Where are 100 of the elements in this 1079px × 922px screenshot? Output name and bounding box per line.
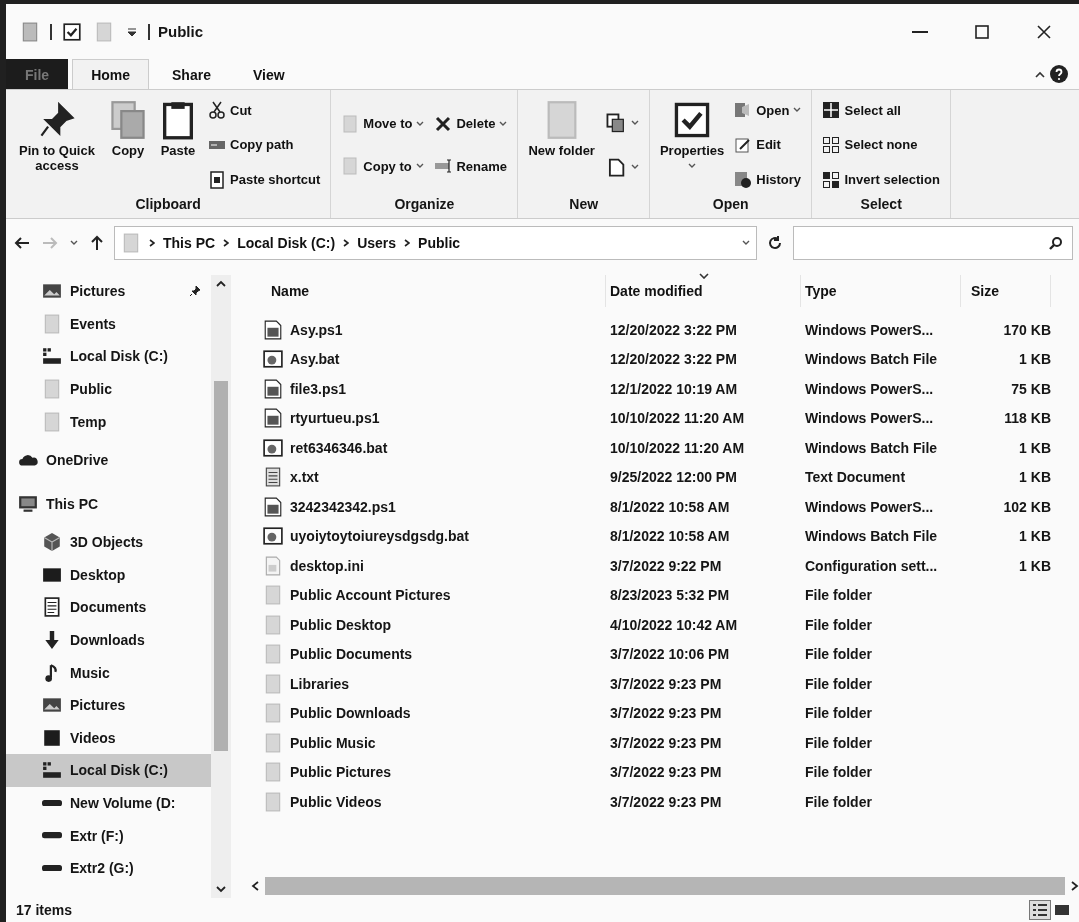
column-header[interactable]: Name: [251, 275, 606, 307]
file-name[interactable]: Public Downloads: [251, 703, 606, 724]
file-name[interactable]: ret6346346.bat: [251, 437, 606, 458]
window-title: Public: [158, 23, 203, 40]
file-name[interactable]: Libraries: [251, 673, 606, 694]
breadcrumb[interactable]: Users: [357, 235, 397, 251]
chevron-right-icon: [149, 239, 155, 247]
scrollbar-thumb[interactable]: [214, 381, 228, 751]
file-name[interactable]: Public Account Pictures: [251, 585, 606, 606]
sidebar-item[interactable]: Pictures: [6, 275, 211, 308]
batch-file-icon: [263, 526, 283, 547]
breadcrumb[interactable]: This PC: [163, 235, 216, 251]
date-cell-text: 3/7/2022 9:23 PM: [609, 705, 723, 722]
sidebar-item[interactable]: 3D Objects: [6, 525, 211, 559]
back-arrow-icon: [14, 236, 30, 250]
date-cell-text: 12/1/2022 10:19 AM: [609, 380, 739, 397]
sidebar-item[interactable]: This PC: [6, 481, 211, 526]
sidebar-item[interactable]: Music: [6, 656, 211, 689]
date-cell-text: 10/10/2022 11:20 AM: [609, 439, 746, 456]
file-name[interactable]: Asy.ps1: [251, 319, 606, 340]
chevron-right-icon: [223, 239, 230, 247]
vertical-scrollbar[interactable]: [211, 275, 231, 898]
group-label: Clipboard: [134, 196, 202, 214]
ribbon-button[interactable]: Move to: [339, 112, 427, 135]
text-file-icon: [263, 467, 283, 488]
document-icon: [42, 597, 62, 618]
ribbon-button[interactable]: Open: [732, 99, 804, 122]
type-cell-text: Text Document: [804, 469, 907, 486]
size-cell-text: 102 KB: [1002, 498, 1051, 515]
video-icon: [42, 727, 62, 748]
ribbon-button[interactable]: Copy: [106, 94, 150, 196]
ribbon-button[interactable]: Invert selection: [820, 168, 942, 191]
file-name[interactable]: Public Pictures: [251, 762, 606, 783]
sidebar-item[interactable]: Desktop: [6, 558, 211, 592]
date-cell-text: 3/7/2022 9:23 PM: [609, 675, 723, 692]
ribbon-button[interactable]: Select all: [820, 99, 942, 122]
ribbon-button[interactable]: Paste shortcut: [206, 168, 323, 191]
folder-icon: [263, 762, 283, 783]
group-label: Organize: [393, 196, 456, 214]
search-field[interactable]: [793, 226, 1073, 260]
ribbon-button[interactable]: Rename: [432, 155, 510, 178]
sidebar-item[interactable]: Temp: [6, 405, 211, 438]
ribbon-tab[interactable]: Home: [72, 59, 150, 89]
file-name[interactable]: 3242342342.ps1: [251, 496, 606, 517]
drive-icon: [42, 346, 62, 367]
folder-icon: [263, 673, 283, 694]
ribbon-button[interactable]: Delete: [432, 112, 510, 135]
ribbon-button[interactable]: History: [732, 168, 804, 191]
file-name[interactable]: Asy.bat: [251, 349, 606, 370]
sidebar-item[interactable]: Downloads: [6, 623, 211, 657]
sidebar-item[interactable]: Pictures: [6, 688, 211, 722]
ribbon-button[interactable]: Edit: [732, 134, 804, 156]
ribbon-button[interactable]: Properties: [657, 94, 727, 196]
column-header[interactable]: Date modified: [606, 275, 801, 307]
ribbon-tab[interactable]: File: [6, 59, 69, 89]
date-cell-text: 12/20/2022 3:22 PM: [609, 321, 738, 338]
file-name[interactable]: Public Music: [251, 732, 606, 753]
ribbon-button[interactable]: Copy to: [339, 155, 427, 178]
sidebar-item[interactable]: Extr (F:): [6, 819, 211, 852]
search-icon: [1049, 236, 1063, 250]
size-cell-text: 1 KB: [1018, 469, 1051, 486]
type-cell-text: Windows PowerS...: [804, 410, 935, 427]
sidebar-item[interactable]: New Volume (D:: [6, 786, 211, 820]
date-cell-text: 8/23/2023 5:32 PM: [609, 587, 731, 604]
shortcut-icon: [208, 170, 226, 189]
ribbon-button[interactable]: Select none: [820, 134, 942, 156]
file-name[interactable]: uyoiytoytoiureysdgsdg.bat: [251, 526, 606, 547]
breadcrumb[interactable]: Public: [418, 235, 461, 251]
ribbon-button[interactable]: Copy path: [206, 134, 323, 156]
sidebar-item[interactable]: Videos: [6, 721, 211, 755]
file-name[interactable]: Public Videos: [251, 791, 606, 812]
file-name[interactable]: rtyurtueu.ps1: [251, 408, 606, 429]
horizontal-scrollbar-thumb[interactable]: [265, 877, 1065, 895]
sidebar-item[interactable]: Local Disk (C:): [6, 754, 211, 787]
address-bar[interactable]: This PC Local Disk (C:) Users Public: [114, 226, 757, 260]
file-name[interactable]: file3.ps1: [251, 378, 606, 399]
file-name[interactable]: Public Desktop: [251, 614, 606, 635]
ribbon-button[interactable]: New folder: [526, 94, 597, 196]
file-name[interactable]: x.txt: [251, 467, 606, 488]
chevron-up-icon: [216, 279, 226, 287]
column-header[interactable]: Type: [801, 275, 961, 307]
sidebar-item[interactable]: Public: [6, 372, 211, 406]
ribbon-tab[interactable]: Share: [153, 59, 230, 89]
size-cell-text: 1 KB: [1018, 351, 1051, 368]
file-name[interactable]: desktop.ini: [251, 555, 606, 576]
ribbon-button[interactable]: Paste: [156, 94, 200, 196]
chevron-left-icon: [251, 881, 259, 891]
date-cell-text: 3/7/2022 9:22 PM: [609, 557, 723, 574]
ribbon-button[interactable]: Pin to Quick access: [14, 94, 100, 196]
sidebar-item[interactable]: Local Disk (C:): [6, 340, 211, 373]
file-name[interactable]: Public Documents: [251, 644, 606, 665]
ribbon-tab[interactable]: View: [233, 59, 304, 89]
sidebar-item[interactable]: Extr2 (G:): [6, 851, 211, 885]
column-header[interactable]: Size: [961, 275, 1051, 307]
sidebar-item[interactable]: OneDrive: [6, 437, 211, 482]
details-view-button[interactable]: [1029, 900, 1051, 920]
ribbon-button[interactable]: Cut: [206, 99, 323, 122]
sidebar-item[interactable]: Documents: [6, 591, 211, 624]
breadcrumb[interactable]: Local Disk (C:): [237, 235, 336, 251]
sidebar-item[interactable]: Events: [6, 307, 211, 341]
